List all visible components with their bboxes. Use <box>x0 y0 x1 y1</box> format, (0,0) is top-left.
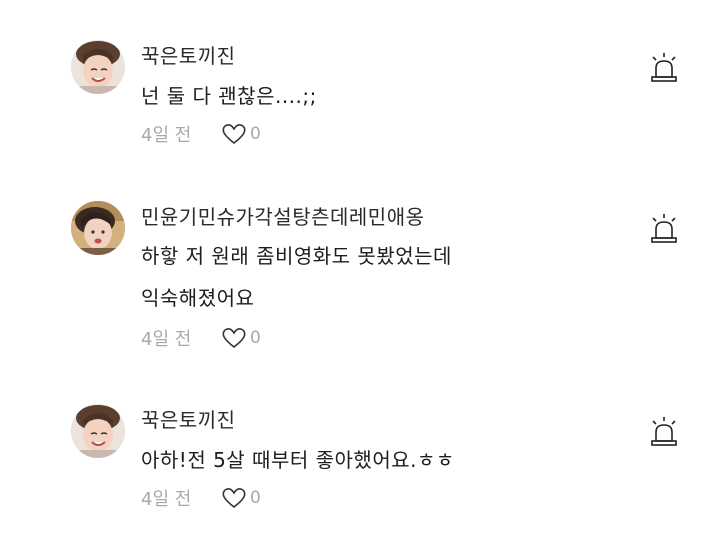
comment-item: 꾹은토끼진 아하!전 5살 때부터 좋아했어요.ㅎㅎ 4일 전 0 <box>0 0 720 540</box>
heart-outline-icon[interactable] <box>221 486 247 510</box>
siren-alarm-icon[interactable] <box>648 416 680 448</box>
like-button[interactable]: 0 <box>221 486 261 510</box>
comment-text: 아하!전 5살 때부터 좋아했어요.ㅎㅎ <box>141 448 455 472</box>
avatar[interactable] <box>71 404 125 458</box>
report-button[interactable] <box>648 416 680 448</box>
comment-time: 4일 전 <box>141 489 192 510</box>
comment-username[interactable]: 꾹은토끼진 <box>141 404 236 433</box>
like-count: 0 <box>250 488 261 508</box>
comment-meta: 4일 전 0 <box>141 484 261 512</box>
